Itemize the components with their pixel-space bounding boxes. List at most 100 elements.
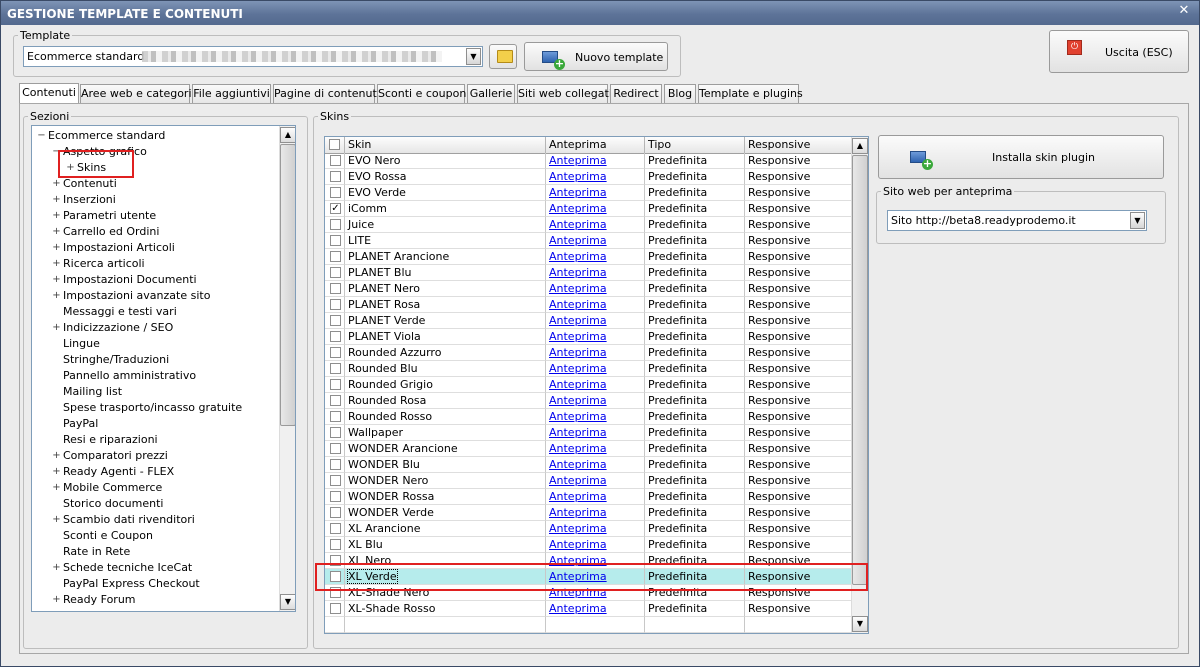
table-row[interactable]: XL Arancione Anteprima Predefinita Responsi… [325,521,852,537]
expand-icon[interactable]: + [52,467,61,477]
preview-link[interactable]: Anteprima [549,474,607,487]
tree-item[interactable]: Impostazioni avanzate sito [63,288,210,304]
table-row[interactable]: PLANET Blu Anteprima Predefinita Responsive [325,265,852,281]
row-checkbox[interactable] [330,171,341,182]
expand-icon[interactable]: + [52,243,61,253]
tab-sconti-coupon[interactable]: Sconti e coupon [377,84,466,103]
new-template-button[interactable]: Nuovo template [524,42,668,71]
tree-item[interactable]: PayPal Express Checkout [63,576,200,592]
preview-link[interactable]: Anteprima [549,378,607,391]
tree-item[interactable]: Comparatori prezzi [63,448,168,464]
preview-link[interactable]: Anteprima [549,170,607,183]
tree-item[interactable]: Spese trasporto/incasso gratuite [63,400,242,416]
close-icon[interactable]: ✕ [1177,4,1191,18]
tab-gallerie[interactable]: Gallerie [467,84,515,103]
col-skin[interactable]: Skin [345,137,546,153]
row-checkbox[interactable] [330,459,341,470]
tree-item[interactable]: Pannello amministrativo [63,368,196,384]
table-row[interactable]: XL-Shade Nero Anteprima Predefinita Respons… [325,585,852,601]
chevron-down-icon[interactable]: ▼ [1130,212,1145,229]
preview-link[interactable]: Anteprima [549,410,607,423]
row-checkbox[interactable] [330,523,341,534]
table-row[interactable]: PLANET Viola Anteprima Predefinita Responsi… [325,329,852,345]
tree-item[interactable]: Indicizzazione / SEO [63,320,173,336]
preview-link[interactable]: Anteprima [549,186,607,199]
row-checkbox[interactable] [330,251,341,262]
tree-item[interactable]: Lingue [63,336,100,352]
row-checkbox[interactable] [330,347,341,358]
tree-item[interactable]: Resi e riparazioni [63,432,158,448]
table-row[interactable]: Rounded Rosso Anteprima Predefinita Respons… [325,409,852,425]
col-type[interactable]: Tipo [645,137,745,153]
preview-link[interactable]: Anteprima [549,426,607,439]
tree-item[interactable]: Carrello ed Ordini [63,224,159,240]
expand-icon[interactable]: + [52,595,61,605]
install-skin-button[interactable]: Installa skin plugin [878,135,1164,179]
collapse-icon[interactable]: − [52,147,61,157]
expand-icon[interactable]: + [52,291,61,301]
row-checkbox[interactable] [330,235,341,246]
sections-tree[interactable]: − Ecommerce standard − Aspetto grafico + Skin… [31,125,296,612]
row-checkbox[interactable]: ✓ [330,203,341,214]
header-check[interactable] [325,137,345,153]
expand-icon[interactable]: + [52,275,61,285]
col-responsive[interactable]: Responsive [745,137,852,153]
preview-link[interactable]: Anteprima [549,490,607,503]
tab-blog[interactable]: Blog [664,84,696,103]
table-row[interactable]: WONDER Arancione Anteprima Predefinita Resp… [325,441,852,457]
preview-link[interactable]: Anteprima [549,586,607,599]
preview-link[interactable]: Anteprima [549,522,607,535]
row-checkbox[interactable] [330,491,341,502]
preview-link[interactable]: Anteprima [549,538,607,551]
row-checkbox[interactable] [330,315,341,326]
preview-link[interactable]: Anteprima [549,250,607,263]
preview-link[interactable]: Anteprima [549,394,607,407]
preview-link[interactable]: Anteprima [549,330,607,343]
row-checkbox[interactable] [330,283,341,294]
preview-site-select[interactable]: Sito http://beta8.readyprodemo.it ▼ [887,210,1147,231]
preview-link[interactable]: Anteprima [549,282,607,295]
table-row[interactable]: Juice Anteprima Predefinita Responsive [325,217,852,233]
tree-item[interactable]: Scambio dati rivenditori [63,512,195,528]
expand-icon[interactable]: + [52,515,61,525]
row-checkbox[interactable] [330,603,341,614]
tree-item[interactable]: Inserzioni [63,192,116,208]
expand-icon[interactable]: + [66,163,75,173]
table-row[interactable]: PLANET Verde Anteprima Predefinita Responsi… [325,313,852,329]
skins-grid[interactable]: Skin Anteprima Tipo Responsive EVO Nero A… [324,136,869,634]
tree-item[interactable]: Impostazioni Documenti [63,272,197,288]
tab-siti-web-collegati[interactable]: Siti web collegati [517,84,612,103]
expand-icon[interactable]: + [52,227,61,237]
row-checkbox[interactable] [330,395,341,406]
scroll-up-icon[interactable]: ▲ [280,127,295,143]
tree-item[interactable]: Sconti e Coupon [63,528,153,544]
col-preview[interactable]: Anteprima [546,137,645,153]
tree-scrollbar[interactable]: ▲ ▼ [279,126,295,611]
tree-item[interactable]: Mailing list [63,384,122,400]
tree-item[interactable]: Ricerca articoli [63,256,145,272]
tab-file-aggiuntivi[interactable]: File aggiuntivi [192,84,271,103]
tab-template-plugins[interactable]: Template e plugins [698,84,803,103]
table-row[interactable]: XL Verde Anteprima Predefinita Responsive [325,569,852,585]
table-row[interactable]: PLANET Nero Anteprima Predefinita Responsiv… [325,281,852,297]
expand-icon[interactable]: + [52,179,61,189]
table-row[interactable]: WONDER Blu Anteprima Predefinita Responsive [325,457,852,473]
table-row[interactable]: EVO Verde Anteprima Predefinita Responsive [325,185,852,201]
row-checkbox[interactable] [330,379,341,390]
table-row[interactable]: XL Blu Anteprima Predefinita Responsive [325,537,852,553]
tab-contenuti[interactable]: Contenuti [19,83,79,103]
table-row[interactable]: XL-Shade Rosso Anteprima Predefinita Respon… [325,601,852,617]
scroll-down-icon[interactable]: ▼ [280,594,295,610]
select-all-checkbox[interactable] [329,139,340,150]
table-row[interactable]: Rounded Azzurro Anteprima Predefinita Respo… [325,345,852,361]
scroll-down-icon[interactable]: ▼ [852,616,868,632]
expand-icon[interactable]: + [52,259,61,269]
preview-link[interactable]: Anteprima [549,266,607,279]
preview-link[interactable]: Anteprima [549,458,607,471]
preview-link[interactable]: Anteprima [549,202,607,215]
preview-link[interactable]: Anteprima [549,362,607,375]
preview-link[interactable]: Anteprima [549,298,607,311]
preview-link[interactable]: Anteprima [549,602,607,615]
tab-pagine-contenuti[interactable]: Pagine di contenuti [273,84,380,103]
tree-item[interactable]: Storico documenti [63,496,163,512]
